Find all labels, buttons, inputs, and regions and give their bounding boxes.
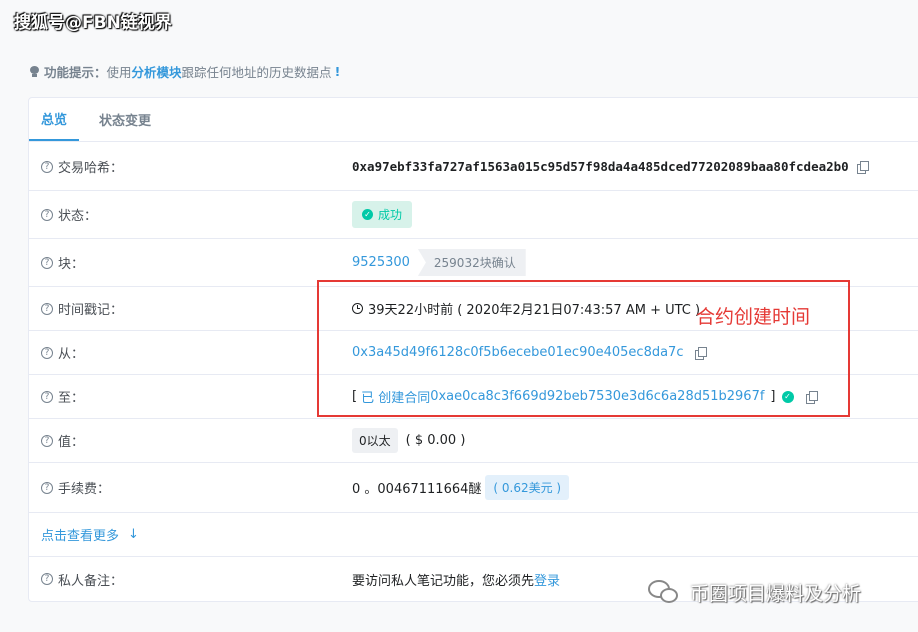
lightbulb-icon (30, 66, 39, 77)
fee-label: 手续费： (58, 482, 111, 497)
to-label: 至： (58, 391, 85, 406)
fee-value: 0 。00467111664醚 (352, 482, 482, 497)
tx-hash-label: 交易哈希： (58, 161, 124, 176)
watermark-bottom: 币圈项目爆料及分析 (646, 578, 861, 606)
login-link[interactable]: 登录 (534, 570, 560, 589)
help-icon: ? (41, 434, 53, 447)
status-badge: ✓ 成功 (352, 201, 413, 228)
row-fee: ? 手续费： 0 。00467111664醚 ( 0.62美元 ) (29, 463, 918, 513)
tab-bar: 总览 状态变更 (29, 98, 918, 142)
hint-text-1: 使用 (106, 65, 132, 80)
hint-prefix: 功能提示： (44, 65, 107, 80)
tx-hash-value: 0xa97ebf33fa727af1563a015c95d57f98da4a48… (352, 159, 849, 174)
show-more-label: 点击查看更多 (41, 529, 120, 544)
status-value: 成功 (378, 208, 403, 222)
row-status: ? 状态： ✓ 成功 (29, 191, 918, 239)
block-number-link[interactable]: 9525300 (352, 255, 410, 270)
row-value: ? 值： 0以太 ( $ 0.00 ) (29, 419, 918, 463)
annotation-label: 合约创建时间 (696, 306, 811, 328)
status-label: 状态： (58, 209, 98, 224)
copy-icon[interactable] (856, 160, 869, 174)
help-icon: ? (41, 346, 53, 359)
value-usd: ( $ 0.00 ) (405, 433, 466, 448)
hint-text-2: 跟踪任何地址的历史数据点 (181, 65, 332, 80)
help-icon: ? (41, 573, 53, 585)
show-more-link[interactable]: 点击查看更多 ↓ (41, 525, 139, 544)
fee-usd-badge: ( 0.62美元 ) (485, 475, 570, 500)
help-icon: ? (41, 160, 53, 173)
check-circle-icon: ✓ (362, 209, 373, 220)
hint-bang: ! (334, 64, 341, 79)
arrow-down-icon: ↓ (128, 527, 139, 542)
help-icon: ? (41, 481, 53, 494)
block-confirmations: 259032块确认 (417, 249, 526, 276)
watermark-bottom-text: 币圈项目爆料及分析 (690, 582, 862, 605)
feature-hint: 功能提示： 使用 分析模块 跟踪任何地址的历史数据点 ! (30, 62, 340, 81)
value-amount: 0以太 (352, 428, 398, 453)
wechat-icon (646, 578, 682, 606)
private-note-text: 要访问私人笔记功能，您必须先 (352, 573, 535, 589)
tab-state-changes[interactable]: 状态变更 (87, 97, 163, 141)
watermark-top: 搜狐号@FBN链视界 (14, 13, 172, 33)
private-note-label: 私人备注： (58, 573, 124, 589)
annotation-box (317, 280, 850, 417)
timestamp-label: 时间戳记： (58, 303, 124, 318)
help-icon: ? (41, 208, 53, 221)
value-label: 值： (58, 435, 85, 450)
from-label: 从： (58, 347, 85, 362)
help-icon: ? (41, 302, 53, 315)
row-more: 点击查看更多 ↓ (29, 513, 918, 557)
analytics-module-link[interactable]: 分析模块 (132, 62, 182, 81)
tab-overview[interactable]: 总览 (29, 97, 80, 141)
row-tx-hash: ? 交易哈希： 0xa97ebf33fa727af1563a015c95d57f9… (29, 143, 918, 191)
help-icon: ? (41, 390, 53, 403)
help-icon: ? (41, 256, 53, 269)
block-label: 块： (58, 257, 85, 272)
